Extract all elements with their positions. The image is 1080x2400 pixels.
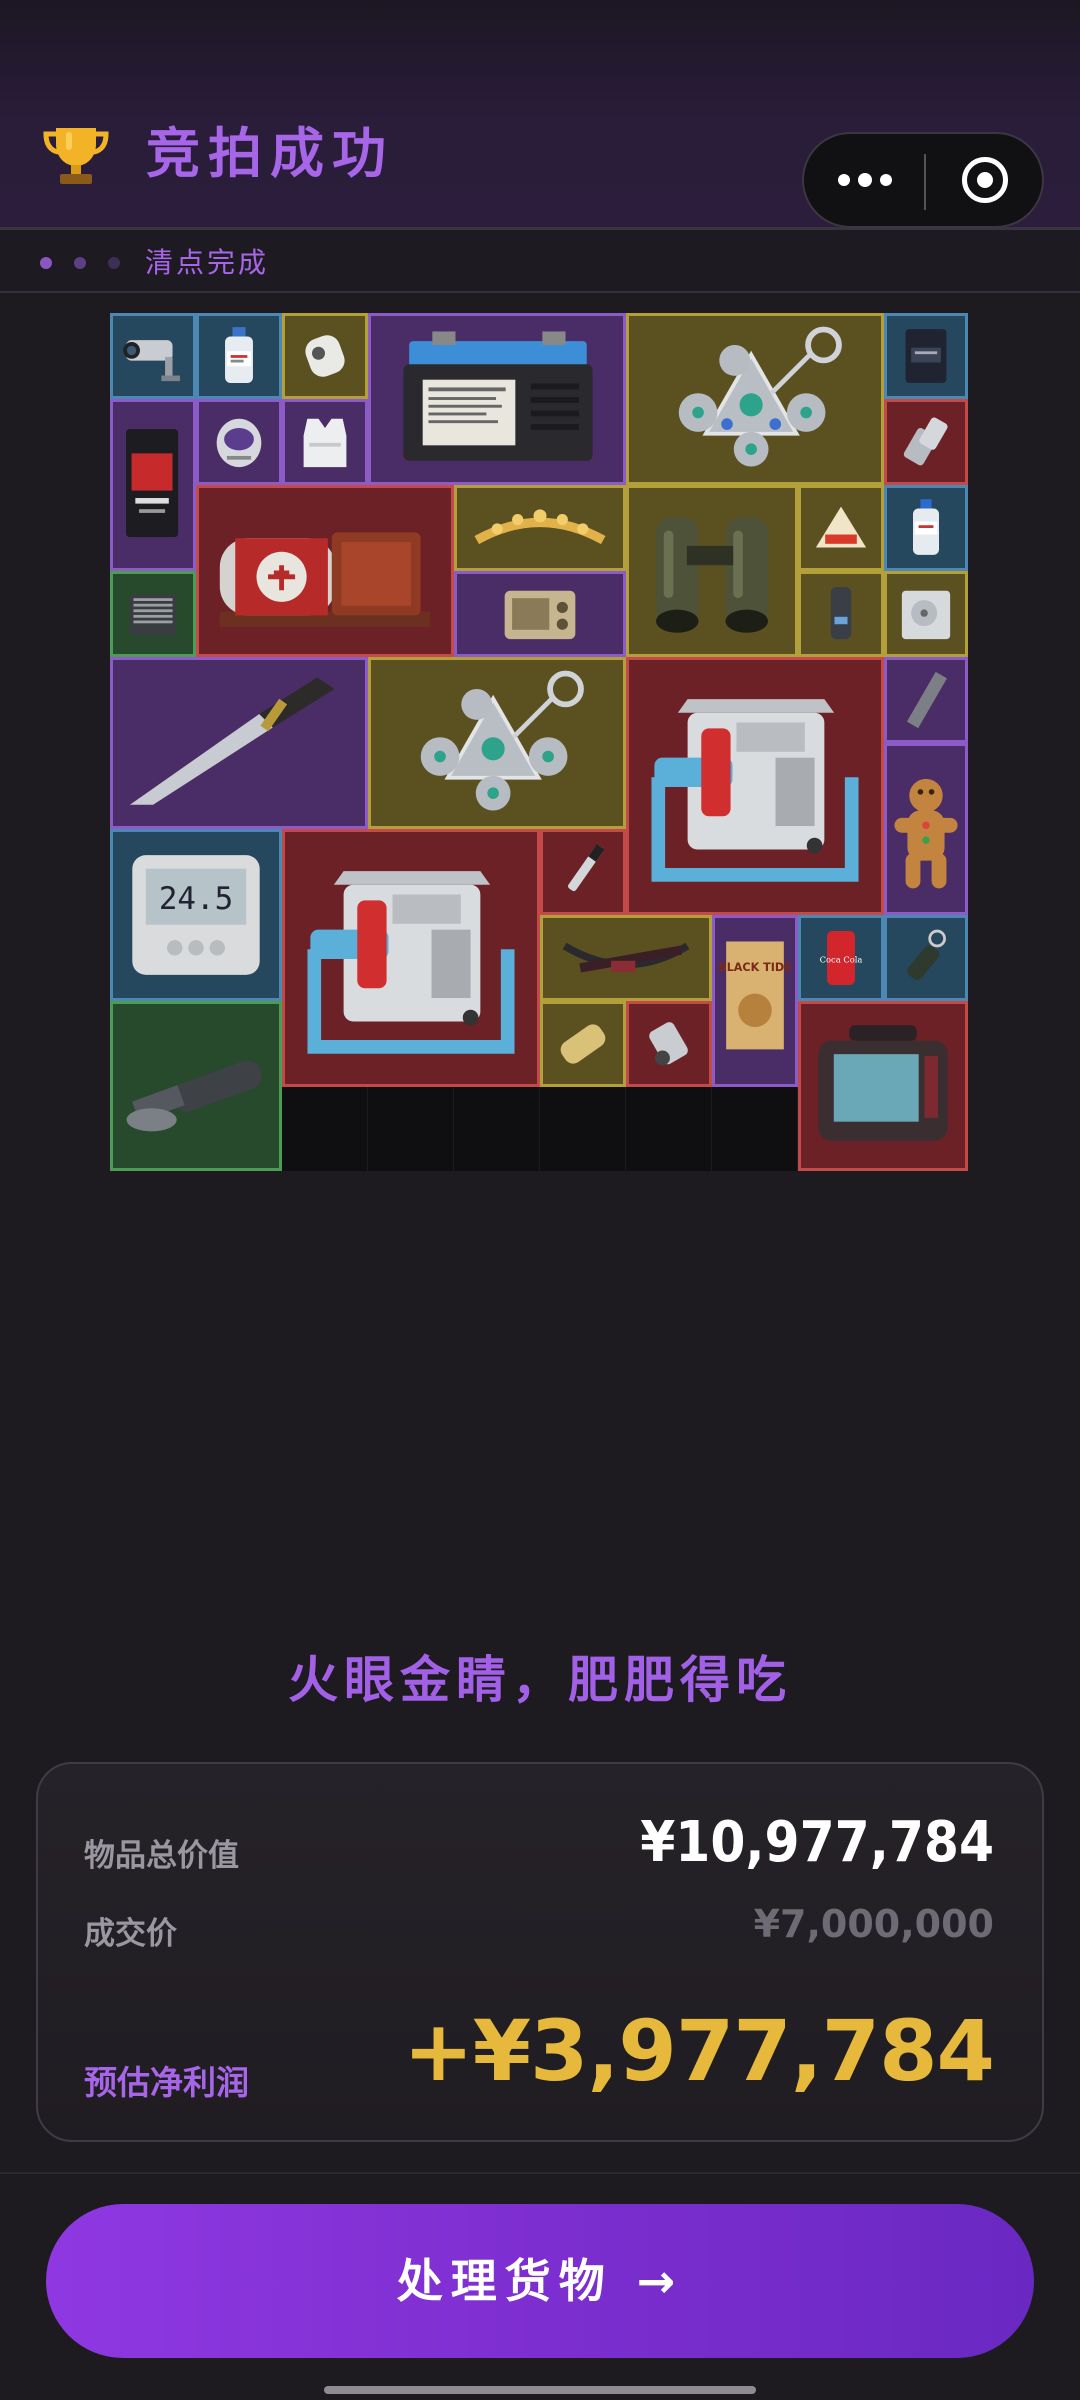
empty-slot [540,1085,626,1171]
item-coffee-bag[interactable] [884,313,968,399]
item-soda-can[interactable]: Coca Cola [798,915,884,1001]
item-combat-knife[interactable] [110,657,368,829]
deal-price-label: 成交价 [84,1916,177,1952]
page-title: 竞拍成功 [146,122,394,185]
item-car-battery[interactable] [368,313,626,485]
item-memory-stick[interactable] [884,657,968,743]
value-summary-card: 物品总价值 ¥10,977,784 成交价 ¥7,000,000 预估净利润 +… [36,1762,1044,2142]
item-radio[interactable] [454,571,626,657]
deal-price-value: ¥7,000,000 [753,1902,994,1946]
item-crystal-pendant[interactable] [368,657,626,829]
empty-slot [368,1085,454,1171]
item-pump-machine[interactable] [282,829,540,1087]
item-security-camera[interactable] [110,313,196,399]
target-close-icon[interactable] [926,134,1044,226]
status-row: 清点完成 [0,233,1080,293]
empty-slot [454,1085,540,1171]
item-capacitor[interactable] [540,1001,626,1087]
mini-program-capsule [802,132,1044,228]
item-hockey-mask[interactable] [196,399,282,485]
item-snack-pack[interactable] [110,399,196,571]
item-field-terminal[interactable] [798,1001,968,1171]
total-value: ¥10,977,784 [640,1810,994,1875]
empty-slot [626,1085,712,1171]
item-angle-grinder[interactable] [110,1001,282,1171]
can-brand: Coca Cola [820,955,863,965]
progress-dot [74,257,86,269]
item-medical-device[interactable] [196,485,454,657]
item-crystal-pendant[interactable] [626,313,884,485]
item-water-bottle[interactable] [884,485,968,571]
slogan-text: 火眼金睛，肥肥得吃 [288,1651,792,1709]
top-bar: 竞拍成功 [0,0,1080,230]
magazine-title: BLACK TIDE [718,961,792,974]
item-cpu-cooler[interactable] [110,571,196,657]
item-hard-drive[interactable] [884,571,968,657]
empty-slot [712,1085,798,1171]
footer-divider [0,2172,1080,2174]
item-pump-machine[interactable] [626,657,884,915]
total-value-label: 物品总价值 [84,1838,239,1874]
item-body-armor-vest[interactable] [282,399,368,485]
status-text: 清点完成 [145,246,270,279]
home-indicator [324,2386,756,2394]
item-led-flashlight[interactable] [884,915,968,1001]
trophy-icon [43,128,109,184]
item-saline-bottle[interactable] [196,313,282,399]
item-cheese-wedge[interactable] [798,485,884,571]
profit-value: +¥3,977,784 [403,2002,995,2100]
profit-label: 预估净利润 [84,2063,249,2102]
item-crossbow[interactable] [540,915,712,1001]
item-digital-thermometer[interactable]: 24.5 [110,829,282,1001]
item-gold-tiara[interactable] [454,485,626,571]
item-usb-stick[interactable] [798,571,884,657]
item-magazine[interactable]: BLACK TIDE [712,915,798,1087]
item-syringe-pen[interactable] [540,829,626,915]
empty-slot [282,1085,368,1171]
item-binoculars[interactable] [626,485,798,657]
process-goods-button[interactable]: 处理货物 → [46,2204,1034,2358]
loot-grid: 24.5 BLACK TIDE Coca Cola [110,313,968,1171]
item-gingerbread-man[interactable] [884,743,968,915]
item-spark-plug[interactable] [626,1001,712,1087]
thermometer-reading: 24.5 [159,881,233,917]
item-round-sensor[interactable] [282,313,368,399]
more-dots-icon[interactable] [804,134,924,226]
progress-dot [40,257,52,269]
item-metal-connectors[interactable] [884,399,968,485]
progress-dot [108,257,120,269]
